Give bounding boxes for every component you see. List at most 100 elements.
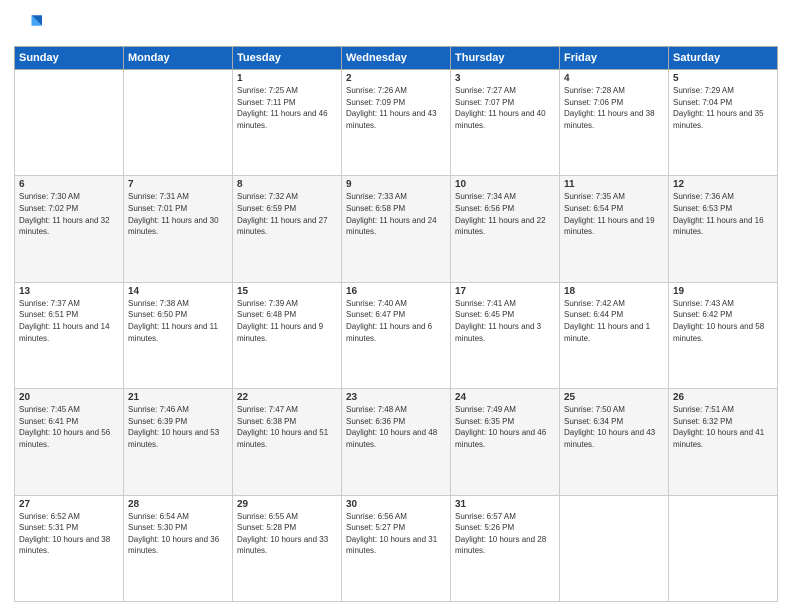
header	[14, 10, 778, 38]
calendar-cell: 15Sunrise: 7:39 AMSunset: 6:48 PMDayligh…	[233, 282, 342, 388]
calendar-cell: 27Sunrise: 6:52 AMSunset: 5:31 PMDayligh…	[15, 495, 124, 601]
calendar-body: 1Sunrise: 7:25 AMSunset: 7:11 PMDaylight…	[15, 70, 778, 602]
day-number: 22	[237, 392, 337, 403]
day-info: Sunrise: 7:31 AMSunset: 7:01 PMDaylight:…	[128, 191, 228, 237]
calendar-header-row: SundayMondayTuesdayWednesdayThursdayFrid…	[15, 47, 778, 70]
day-info: Sunrise: 7:38 AMSunset: 6:50 PMDaylight:…	[128, 298, 228, 344]
day-number: 23	[346, 392, 446, 403]
calendar-cell: 20Sunrise: 7:45 AMSunset: 6:41 PMDayligh…	[15, 389, 124, 495]
calendar-cell: 22Sunrise: 7:47 AMSunset: 6:38 PMDayligh…	[233, 389, 342, 495]
calendar-cell: 24Sunrise: 7:49 AMSunset: 6:35 PMDayligh…	[451, 389, 560, 495]
calendar-week-2: 6Sunrise: 7:30 AMSunset: 7:02 PMDaylight…	[15, 176, 778, 282]
day-number: 5	[673, 73, 773, 84]
calendar-cell: 14Sunrise: 7:38 AMSunset: 6:50 PMDayligh…	[124, 282, 233, 388]
calendar-cell: 17Sunrise: 7:41 AMSunset: 6:45 PMDayligh…	[451, 282, 560, 388]
day-number: 31	[455, 499, 555, 510]
day-number: 8	[237, 179, 337, 190]
calendar-cell: 7Sunrise: 7:31 AMSunset: 7:01 PMDaylight…	[124, 176, 233, 282]
calendar-cell: 4Sunrise: 7:28 AMSunset: 7:06 PMDaylight…	[560, 70, 669, 176]
calendar-cell	[15, 70, 124, 176]
day-info: Sunrise: 7:30 AMSunset: 7:02 PMDaylight:…	[19, 191, 119, 237]
calendar-cell: 13Sunrise: 7:37 AMSunset: 6:51 PMDayligh…	[15, 282, 124, 388]
day-info: Sunrise: 7:37 AMSunset: 6:51 PMDaylight:…	[19, 298, 119, 344]
calendar-cell: 5Sunrise: 7:29 AMSunset: 7:04 PMDaylight…	[669, 70, 778, 176]
day-info: Sunrise: 7:49 AMSunset: 6:35 PMDaylight:…	[455, 404, 555, 450]
day-info: Sunrise: 7:32 AMSunset: 6:59 PMDaylight:…	[237, 191, 337, 237]
calendar-cell: 3Sunrise: 7:27 AMSunset: 7:07 PMDaylight…	[451, 70, 560, 176]
calendar-cell: 23Sunrise: 7:48 AMSunset: 6:36 PMDayligh…	[342, 389, 451, 495]
day-header-saturday: Saturday	[669, 47, 778, 70]
calendar-cell: 12Sunrise: 7:36 AMSunset: 6:53 PMDayligh…	[669, 176, 778, 282]
day-number: 25	[564, 392, 664, 403]
calendar-week-3: 13Sunrise: 7:37 AMSunset: 6:51 PMDayligh…	[15, 282, 778, 388]
day-number: 6	[19, 179, 119, 190]
calendar-cell: 1Sunrise: 7:25 AMSunset: 7:11 PMDaylight…	[233, 70, 342, 176]
day-header-monday: Monday	[124, 47, 233, 70]
day-info: Sunrise: 7:45 AMSunset: 6:41 PMDaylight:…	[19, 404, 119, 450]
calendar-cell: 25Sunrise: 7:50 AMSunset: 6:34 PMDayligh…	[560, 389, 669, 495]
day-info: Sunrise: 7:42 AMSunset: 6:44 PMDaylight:…	[564, 298, 664, 344]
day-number: 30	[346, 499, 446, 510]
calendar-cell: 30Sunrise: 6:56 AMSunset: 5:27 PMDayligh…	[342, 495, 451, 601]
day-info: Sunrise: 7:36 AMSunset: 6:53 PMDaylight:…	[673, 191, 773, 237]
calendar-cell: 29Sunrise: 6:55 AMSunset: 5:28 PMDayligh…	[233, 495, 342, 601]
day-header-sunday: Sunday	[15, 47, 124, 70]
day-info: Sunrise: 7:48 AMSunset: 6:36 PMDaylight:…	[346, 404, 446, 450]
day-number: 11	[564, 179, 664, 190]
day-number: 17	[455, 286, 555, 297]
day-number: 27	[19, 499, 119, 510]
day-number: 26	[673, 392, 773, 403]
day-info: Sunrise: 7:34 AMSunset: 6:56 PMDaylight:…	[455, 191, 555, 237]
calendar-cell: 31Sunrise: 6:57 AMSunset: 5:26 PMDayligh…	[451, 495, 560, 601]
day-info: Sunrise: 7:27 AMSunset: 7:07 PMDaylight:…	[455, 85, 555, 131]
day-number: 28	[128, 499, 228, 510]
calendar-cell	[560, 495, 669, 601]
calendar-week-5: 27Sunrise: 6:52 AMSunset: 5:31 PMDayligh…	[15, 495, 778, 601]
day-info: Sunrise: 7:41 AMSunset: 6:45 PMDaylight:…	[455, 298, 555, 344]
day-info: Sunrise: 6:57 AMSunset: 5:26 PMDaylight:…	[455, 511, 555, 557]
day-number: 20	[19, 392, 119, 403]
day-number: 9	[346, 179, 446, 190]
day-header-friday: Friday	[560, 47, 669, 70]
day-number: 10	[455, 179, 555, 190]
day-number: 2	[346, 73, 446, 84]
day-number: 4	[564, 73, 664, 84]
calendar-cell: 2Sunrise: 7:26 AMSunset: 7:09 PMDaylight…	[342, 70, 451, 176]
day-info: Sunrise: 7:35 AMSunset: 6:54 PMDaylight:…	[564, 191, 664, 237]
calendar-cell: 26Sunrise: 7:51 AMSunset: 6:32 PMDayligh…	[669, 389, 778, 495]
day-number: 12	[673, 179, 773, 190]
day-info: Sunrise: 7:33 AMSunset: 6:58 PMDaylight:…	[346, 191, 446, 237]
day-number: 21	[128, 392, 228, 403]
day-info: Sunrise: 7:40 AMSunset: 6:47 PMDaylight:…	[346, 298, 446, 344]
calendar-cell: 9Sunrise: 7:33 AMSunset: 6:58 PMDaylight…	[342, 176, 451, 282]
calendar-cell	[124, 70, 233, 176]
calendar-cell: 10Sunrise: 7:34 AMSunset: 6:56 PMDayligh…	[451, 176, 560, 282]
day-number: 24	[455, 392, 555, 403]
day-number: 15	[237, 286, 337, 297]
logo-icon	[14, 10, 42, 38]
day-info: Sunrise: 7:43 AMSunset: 6:42 PMDaylight:…	[673, 298, 773, 344]
day-number: 1	[237, 73, 337, 84]
calendar-cell: 8Sunrise: 7:32 AMSunset: 6:59 PMDaylight…	[233, 176, 342, 282]
calendar-cell: 28Sunrise: 6:54 AMSunset: 5:30 PMDayligh…	[124, 495, 233, 601]
day-number: 13	[19, 286, 119, 297]
calendar-cell	[669, 495, 778, 601]
day-number: 18	[564, 286, 664, 297]
logo-area	[14, 10, 46, 38]
calendar-table: SundayMondayTuesdayWednesdayThursdayFrid…	[14, 46, 778, 602]
day-info: Sunrise: 7:28 AMSunset: 7:06 PMDaylight:…	[564, 85, 664, 131]
day-number: 3	[455, 73, 555, 84]
day-info: Sunrise: 7:51 AMSunset: 6:32 PMDaylight:…	[673, 404, 773, 450]
day-number: 14	[128, 286, 228, 297]
day-info: Sunrise: 7:46 AMSunset: 6:39 PMDaylight:…	[128, 404, 228, 450]
day-info: Sunrise: 7:25 AMSunset: 7:11 PMDaylight:…	[237, 85, 337, 131]
calendar-cell: 16Sunrise: 7:40 AMSunset: 6:47 PMDayligh…	[342, 282, 451, 388]
day-info: Sunrise: 7:26 AMSunset: 7:09 PMDaylight:…	[346, 85, 446, 131]
day-number: 16	[346, 286, 446, 297]
day-info: Sunrise: 7:47 AMSunset: 6:38 PMDaylight:…	[237, 404, 337, 450]
day-info: Sunrise: 6:52 AMSunset: 5:31 PMDaylight:…	[19, 511, 119, 557]
day-number: 29	[237, 499, 337, 510]
calendar-week-4: 20Sunrise: 7:45 AMSunset: 6:41 PMDayligh…	[15, 389, 778, 495]
calendar-cell: 6Sunrise: 7:30 AMSunset: 7:02 PMDaylight…	[15, 176, 124, 282]
day-info: Sunrise: 6:54 AMSunset: 5:30 PMDaylight:…	[128, 511, 228, 557]
